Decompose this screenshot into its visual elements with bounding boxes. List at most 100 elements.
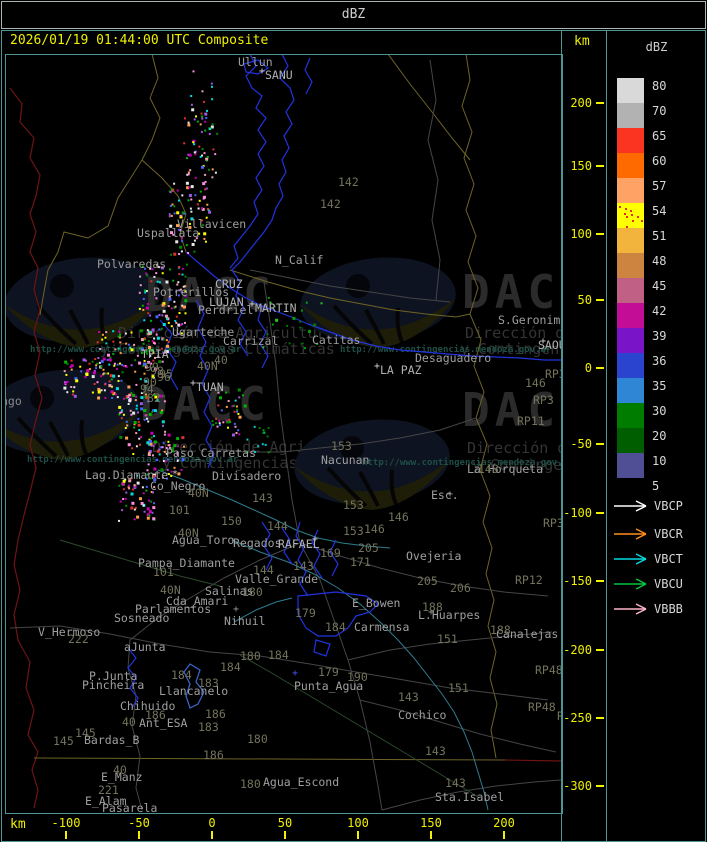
- radar-echo-cell: [208, 210, 212, 214]
- radar-echo-cell: [70, 386, 73, 388]
- radar-echo-cell: [132, 393, 136, 397]
- radar-echo-cell: [173, 182, 176, 185]
- radar-echo-cell: [119, 352, 122, 355]
- right-axis-tick: [596, 512, 604, 514]
- color-scale-value: 48: [652, 254, 667, 268]
- radar-echo-cell: [116, 363, 119, 366]
- route-label: 150: [221, 514, 242, 528]
- radar-echo-cell: [219, 396, 222, 400]
- radar-echo-cell: [167, 440, 170, 443]
- radar-echo-cell: [275, 318, 279, 322]
- radar-echo-cell: [158, 314, 161, 316]
- right-axis-tick: [596, 443, 604, 445]
- radar-echo-cell: [160, 327, 163, 330]
- radar-echo-cell: [146, 507, 150, 511]
- radar-echo-cell: [262, 431, 265, 434]
- radar-echo-cell: [97, 390, 101, 394]
- radar-echo-cell: [152, 454, 154, 457]
- radar-echo-cell: [198, 199, 201, 202]
- place-label: MARTIN: [255, 301, 297, 315]
- radar-echo-cell: [180, 250, 183, 253]
- color-scale-band: [617, 103, 644, 128]
- radar-echo-cell: [203, 232, 207, 236]
- radar-echo-cell: [200, 112, 203, 115]
- route-label: 143: [398, 690, 419, 704]
- radar-echo-cell: [225, 405, 228, 408]
- radar-echo-cell: [66, 391, 69, 394]
- radar-echo-cell: [201, 207, 203, 210]
- radar-echo-cell: [133, 343, 136, 346]
- radar-echo-cell: [177, 281, 180, 284]
- right-axis-tick: [596, 299, 604, 301]
- route-label: 143: [425, 744, 446, 758]
- radar-echo-cell: [122, 413, 125, 416]
- place-label: S.Geronimo: [498, 313, 561, 327]
- radar-echo-cell: [165, 280, 169, 284]
- radar-echo-cell: [164, 460, 167, 463]
- radar-echo-cell: [116, 396, 119, 399]
- radar-echo-cell: [93, 383, 96, 385]
- radar-echo-cell: [238, 433, 241, 436]
- radar-echo-cell: [137, 411, 139, 414]
- route-label: 142: [320, 197, 341, 211]
- radar-echo-cell: [85, 359, 87, 362]
- radar-echo-cell: [127, 484, 130, 487]
- radar-echo-cell: [153, 502, 155, 505]
- radar-echo-cell: [171, 203, 174, 206]
- speckle: [624, 208, 627, 211]
- radar-echo-cell: [153, 337, 156, 340]
- radar-echo-cell: [253, 425, 256, 428]
- radar-echo-cell: [167, 341, 170, 343]
- route-label: 206: [450, 581, 471, 595]
- radar-echo-cell: [124, 332, 127, 335]
- radar-echo-cell: [185, 244, 188, 247]
- radar-echo-cell: [208, 133, 211, 135]
- place-label: E_Bowen: [352, 596, 400, 610]
- radar-echo-cell: [183, 142, 186, 145]
- radar-echo-cell: [135, 432, 138, 435]
- radar-echo-cell: [184, 321, 186, 324]
- bottom-axis-tick-label: -100: [51, 816, 81, 830]
- legend-divider: [606, 30, 607, 841]
- vector-legend-row: VBCT: [612, 552, 706, 566]
- radar-echo-cell: [141, 304, 144, 307]
- right-axis-tick: [596, 785, 604, 787]
- route-label: 183: [198, 676, 219, 690]
- radar-echo-cell: [220, 409, 223, 412]
- radar-echo-cell: [124, 497, 127, 500]
- radar-echo-cell: [299, 326, 302, 329]
- radar-echo-cell: [176, 189, 179, 192]
- radar-echo-cell: [142, 298, 145, 300]
- radar-echo-cell: [162, 424, 164, 427]
- route-label: 186: [203, 748, 224, 762]
- color-scale-band: [617, 278, 644, 303]
- radar-app-window: dBZ 2026/01/19 01:44:00 UTC Composite km…: [0, 0, 707, 842]
- radar-echo-cell: [190, 103, 193, 106]
- vector-legend-row: VBCU: [612, 577, 706, 591]
- place-label: Carrizal: [223, 334, 278, 348]
- radar-echo-cell: [147, 332, 151, 336]
- radar-echo-cell: [187, 123, 191, 127]
- radar-echo-cell: [167, 473, 170, 475]
- radar-echo-cell: [168, 213, 171, 216]
- radar-echo-cell: [63, 370, 66, 373]
- radar-echo-cell: [211, 98, 214, 101]
- route-label: 148: [478, 462, 499, 476]
- radar-echo-cell: [258, 427, 261, 429]
- radar-echo-cell: [183, 305, 186, 309]
- radar-echo-cell: [136, 515, 140, 519]
- radar-echo-cell: [147, 463, 150, 466]
- radar-echo-cell: [164, 430, 167, 433]
- dacc-logo-watermark: [6, 360, 146, 464]
- right-axis-tick-label: -250: [563, 711, 592, 725]
- radar-echo-cell: [153, 435, 155, 438]
- route-label: 222: [68, 632, 89, 646]
- radar-echo-cell: [135, 407, 138, 410]
- route-label: RP11: [517, 414, 545, 428]
- radar-echo-cell: [211, 123, 214, 126]
- color-scale-band: [617, 78, 644, 103]
- place-label: Regados: [233, 536, 281, 550]
- radar-echo-cell: [140, 502, 144, 505]
- radar-echo-cell: [117, 375, 120, 378]
- radar-echo-cell: [211, 85, 213, 88]
